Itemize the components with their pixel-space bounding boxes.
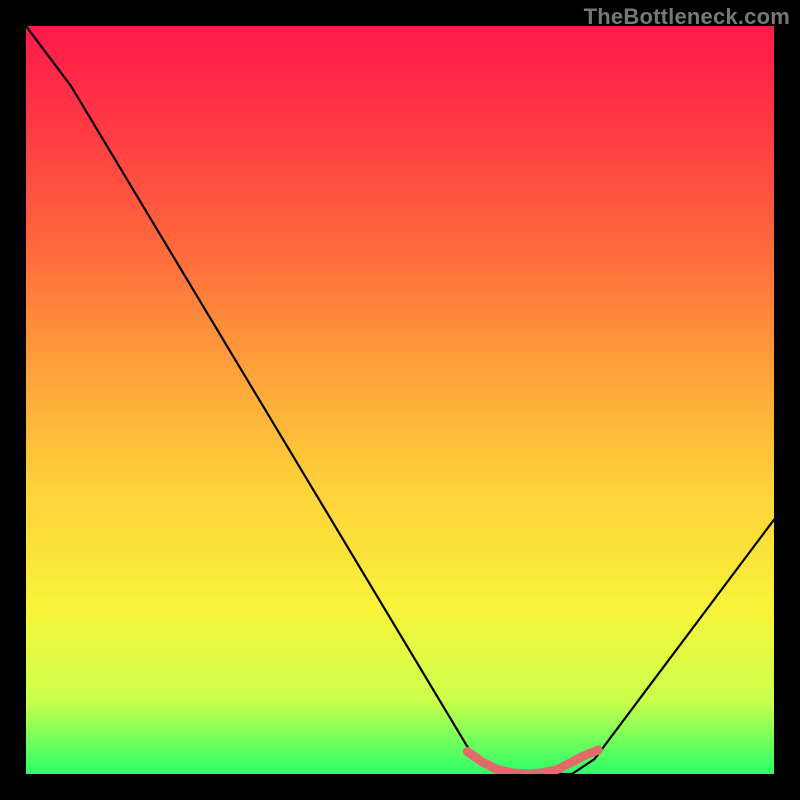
chart-frame xyxy=(26,26,774,774)
gradient-background xyxy=(26,26,774,774)
bottleneck-chart xyxy=(26,26,774,774)
watermark-text: TheBottleneck.com xyxy=(584,4,790,30)
